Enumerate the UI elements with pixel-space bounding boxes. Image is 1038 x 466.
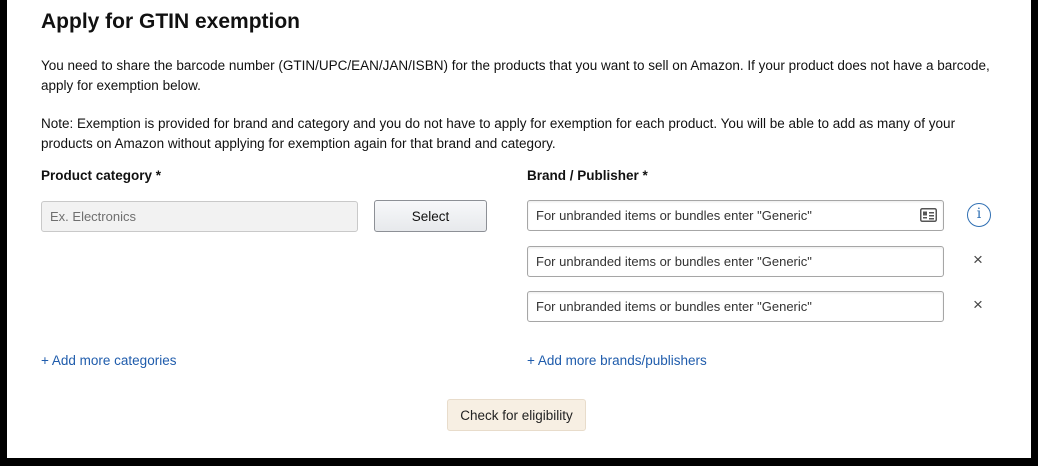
contact-card-icon	[920, 208, 937, 222]
brand-input-1[interactable]	[527, 200, 944, 231]
add-more-brands-link[interactable]: + Add more brands/publishers	[527, 353, 707, 368]
brand-input-2[interactable]	[527, 246, 944, 277]
brand-input-3[interactable]	[527, 291, 944, 322]
intro-text: You need to share the barcode number (GT…	[41, 58, 990, 93]
product-category-label: Product category *	[41, 168, 162, 183]
select-category-button[interactable]: Select	[374, 200, 487, 232]
gtin-exemption-panel: Apply for GTIN exemption You need to sha…	[7, 0, 1031, 458]
note-text: Note: Exemption is provided for brand an…	[41, 116, 956, 151]
product-category-input[interactable]	[41, 201, 358, 232]
brand-publisher-label: Brand / Publisher *	[527, 168, 648, 183]
check-eligibility-button[interactable]: Check for eligibility	[447, 399, 586, 431]
page-title: Apply for GTIN exemption	[41, 10, 301, 33]
remove-brand-3-close-icon[interactable]: ×	[970, 296, 986, 313]
add-more-categories-link[interactable]: + Add more categories	[41, 353, 176, 368]
info-icon[interactable]: i	[967, 203, 991, 227]
remove-brand-2-close-icon[interactable]: ×	[970, 251, 986, 268]
